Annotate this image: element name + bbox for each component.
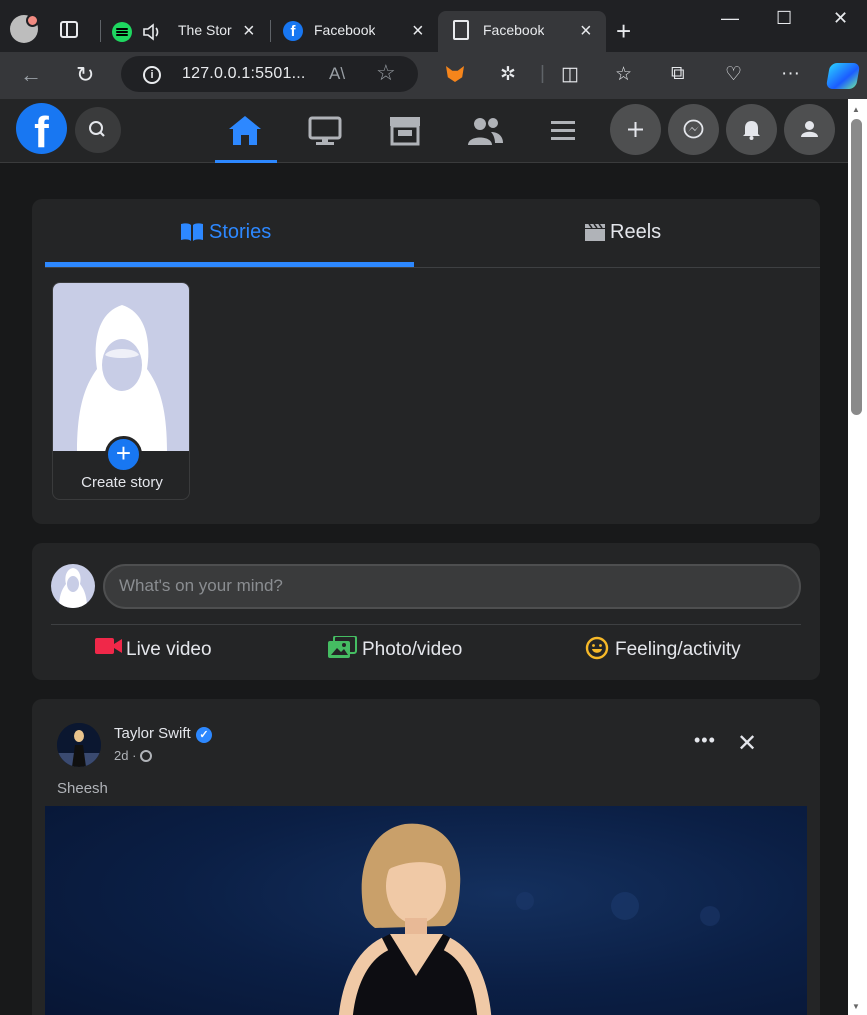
spotify-icon xyxy=(112,22,132,42)
search-button[interactable] xyxy=(75,107,121,153)
refresh-button[interactable]: ↻ xyxy=(76,62,94,88)
create-button[interactable] xyxy=(610,104,661,155)
messenger-button[interactable] xyxy=(668,104,719,155)
post-composer-input[interactable]: What's on your mind? xyxy=(103,564,801,609)
composer-card: What's on your mind? Live video Photo/vi… xyxy=(32,543,820,680)
page-icon xyxy=(453,20,469,40)
create-story-card[interactable]: + Create story xyxy=(52,282,190,500)
video-camera-icon xyxy=(95,638,122,654)
users-icon xyxy=(468,118,503,145)
browser-essentials-icon[interactable]: ♡ xyxy=(725,63,742,86)
close-post-button[interactable]: ✕ xyxy=(737,729,757,758)
metamask-icon[interactable] xyxy=(446,66,464,82)
plus-icon xyxy=(628,122,643,137)
tab-label: Facebook xyxy=(483,22,545,38)
post-time[interactable]: 2d · xyxy=(114,748,136,763)
notifications-button[interactable] xyxy=(726,104,777,155)
divider xyxy=(51,624,801,625)
author-name[interactable]: Taylor Swift xyxy=(114,725,191,742)
tab-label: Facebook xyxy=(314,22,376,38)
scroll-up-icon[interactable]: ▲ xyxy=(852,105,860,114)
facebook-icon: f xyxy=(283,21,303,41)
nav-menu[interactable] xyxy=(543,113,583,149)
favorite-star-icon[interactable]: ☆ xyxy=(376,60,396,86)
tab-separator xyxy=(100,20,101,42)
home-icon xyxy=(229,116,261,145)
settings-more-icon[interactable]: ··· xyxy=(781,63,800,85)
close-icon[interactable]: × xyxy=(412,20,424,43)
search-icon xyxy=(89,121,105,137)
profile-avatar[interactable] xyxy=(10,14,39,43)
split-screen-icon[interactable]: ◫ xyxy=(561,63,579,86)
scroll-down-icon[interactable]: ▼ xyxy=(852,1002,860,1011)
verified-badge-icon: ✓ xyxy=(196,727,212,743)
avatar[interactable] xyxy=(51,564,95,608)
url-text: 127.0.0.1:5501... xyxy=(182,65,306,82)
facebook-page: f Stories Reels + Create story What's on… xyxy=(0,99,848,1015)
user-icon xyxy=(801,121,818,137)
facebook-logo[interactable]: f xyxy=(16,103,67,157)
story-avatar-image xyxy=(53,283,189,451)
address-bar[interactable]: i 127.0.0.1:5501... A\ ☆ xyxy=(121,56,418,92)
title-bar: The Stor × f Facebook × Facebook × + — ☐… xyxy=(0,0,867,52)
browser-window: The Stor × f Facebook × Facebook × + — ☐… xyxy=(0,0,867,1015)
stories-tabs: Stories Reels xyxy=(45,199,820,268)
extensions-icon[interactable]: ✲ xyxy=(500,63,516,86)
collections-icon[interactable]: ⧉ xyxy=(671,63,685,85)
nav-marketplace[interactable] xyxy=(385,113,425,149)
info-icon[interactable]: i xyxy=(143,66,161,84)
post-card: Taylor Swift ✓ 2d · ••• ✕ Sheesh xyxy=(32,699,820,1015)
close-window-button[interactable]: ✕ xyxy=(833,8,848,29)
author-avatar[interactable] xyxy=(57,723,101,767)
read-aloud-icon[interactable]: A\ xyxy=(329,64,345,84)
photo-icon xyxy=(328,636,357,658)
close-icon[interactable]: × xyxy=(580,20,592,43)
hamburger-menu-icon xyxy=(551,121,575,140)
monitor-icon xyxy=(308,116,342,145)
close-icon[interactable]: × xyxy=(243,20,255,43)
back-button[interactable]: ← xyxy=(20,62,42,88)
toolbar-separator: | xyxy=(540,63,545,84)
nav-home[interactable] xyxy=(215,113,277,163)
feeling-activity-label: Feeling/activity xyxy=(615,639,741,660)
tab-spotify[interactable]: The Stor × xyxy=(110,11,268,52)
post-image[interactable] xyxy=(45,806,807,1015)
active-tab-indicator xyxy=(45,262,414,267)
store-icon xyxy=(390,117,420,146)
globe-icon xyxy=(140,750,152,762)
tab-label: The Stor xyxy=(178,22,232,38)
speaker-icon[interactable] xyxy=(142,23,162,41)
stories-card: Stories Reels + Create story xyxy=(32,199,820,524)
page-scrollbar[interactable]: ▲ ▼ xyxy=(848,99,867,1015)
create-story-label: Create story xyxy=(81,474,163,491)
smiley-icon xyxy=(585,636,609,660)
nav-groups[interactable] xyxy=(465,113,505,149)
scrollbar-thumb[interactable] xyxy=(851,119,862,415)
favorites-icon[interactable]: ☆ xyxy=(615,63,632,86)
tab-actions-icon[interactable] xyxy=(60,21,78,38)
new-tab-button[interactable]: + xyxy=(616,16,631,47)
tab-facebook-active[interactable]: Facebook × xyxy=(438,11,606,52)
book-icon xyxy=(181,223,203,241)
post-text: Sheesh xyxy=(57,780,108,797)
bell-icon xyxy=(743,121,760,140)
copilot-icon[interactable] xyxy=(825,63,861,89)
clapperboard-icon xyxy=(585,223,605,241)
tab-facebook[interactable]: f Facebook × xyxy=(270,11,438,52)
fb-header: f xyxy=(0,99,848,163)
messenger-icon xyxy=(683,119,704,139)
account-button[interactable] xyxy=(784,104,835,155)
nav-watch[interactable] xyxy=(305,113,345,149)
browser-toolbar: ← ↻ i 127.0.0.1:5501... A\ ☆ ✲ | ◫ ☆ ⧉ ♡… xyxy=(0,52,867,99)
photo-video-label: Photo/video xyxy=(362,639,463,660)
maximize-button[interactable]: ☐ xyxy=(776,8,792,29)
add-story-icon[interactable]: + xyxy=(105,436,142,473)
tab-reels-label: Reels xyxy=(610,221,662,243)
tab-stories-label: Stories xyxy=(209,221,272,243)
minimize-button[interactable]: — xyxy=(721,8,739,29)
live-video-label: Live video xyxy=(126,639,212,660)
more-options-button[interactable]: ••• xyxy=(694,730,716,751)
